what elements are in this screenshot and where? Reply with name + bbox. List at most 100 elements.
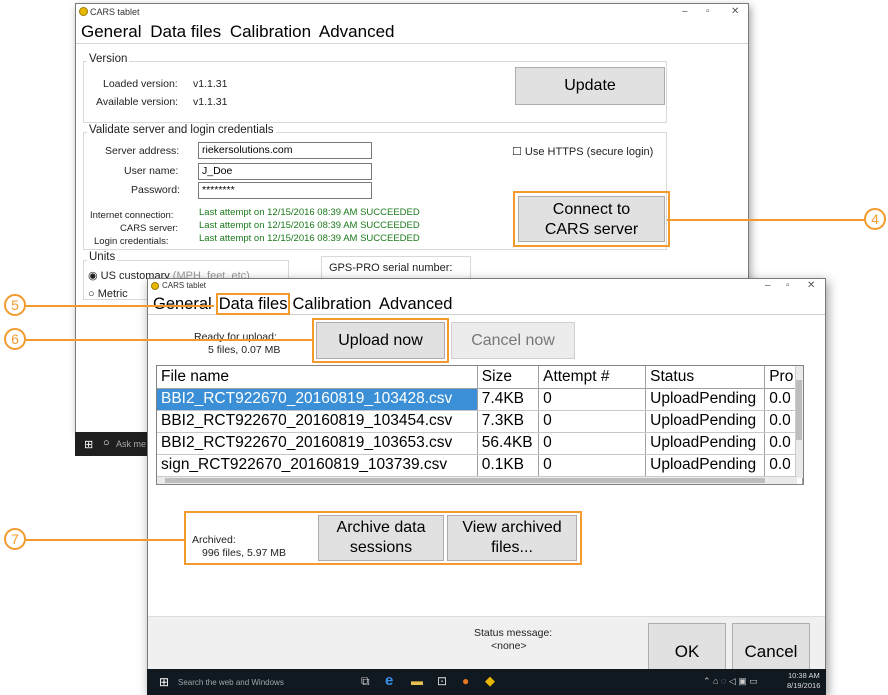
login-credentials-label: Login credentials: <box>94 236 169 247</box>
metric-radio[interactable]: ○ Metric <box>88 288 128 300</box>
cars-server-status: Last attempt on 12/15/2016 08:39 AM SUCC… <box>199 220 420 231</box>
internet-status: Last attempt on 12/15/2016 08:39 AM SUCC… <box>199 207 420 218</box>
cell-status: UploadPending <box>645 432 766 455</box>
version-group-title: Version <box>87 53 130 65</box>
column-file-name[interactable]: File name <box>157 366 478 389</box>
cell-attempt: 0 <box>538 388 647 411</box>
maximize-icon[interactable]: ▫ <box>786 279 790 293</box>
maximize-icon[interactable]: ▫ <box>706 4 710 20</box>
vertical-scroll-thumb[interactable] <box>796 380 802 440</box>
tab-calibration[interactable]: Calibration <box>230 22 311 41</box>
cancel-button[interactable]: Cancel <box>732 623 810 671</box>
taskbar-search[interactable]: Search the web and Windows <box>178 678 284 687</box>
close-icon[interactable]: ✕ <box>807 279 815 293</box>
callout-6-line <box>26 339 314 341</box>
store-icon[interactable]: ⊡ <box>437 674 447 688</box>
cell-attempt: 0 <box>538 432 647 455</box>
user-name-label: User name: <box>124 165 179 177</box>
back-titlebar: CARS tablet – ▫ ✕ <box>76 4 748 20</box>
front-taskbar: ⊞ Search the web and Windows ⧉ e ▬ ⊡ ● ◆… <box>147 669 826 695</box>
validate-group-title: Validate server and login credentials <box>87 124 276 136</box>
table-header-row: File name Size Attempt # Status Pro <box>157 366 803 389</box>
task-view-icon[interactable]: ⧉ <box>361 674 370 689</box>
cell-size: 0.1KB <box>477 454 540 477</box>
tab-data-files[interactable]: Data files <box>215 293 291 315</box>
loaded-version-label: Loaded version: <box>103 78 178 90</box>
tab-general[interactable]: General <box>153 295 212 313</box>
tab-general[interactable]: General <box>81 22 141 41</box>
cell-file-name: BBI2_RCT922670_20160819_103653.csv <box>157 432 478 455</box>
back-taskbar: ⊞ ○ Ask me <box>75 432 155 456</box>
table-row[interactable]: BBI2_RCT922670_20160819_103454.csv 7.3KB… <box>157 410 803 433</box>
update-button[interactable]: Update <box>515 67 665 105</box>
password-field[interactable]: ******** <box>198 182 372 199</box>
table-row[interactable]: sign_RCT922670_20160819_103739.csv 0.1KB… <box>157 454 803 477</box>
connect-button-line-1: Connect to <box>552 201 631 218</box>
front-titlebar: CARS tablet – ▫ ✕ <box>148 279 825 293</box>
callout-6: 6 <box>4 328 26 350</box>
clock-time[interactable]: 10:38 AM <box>788 671 820 680</box>
system-tray-icons[interactable]: ⌃ ⌂ ◌ ◁ ▣ ▭ <box>703 676 758 687</box>
cancel-upload-button[interactable]: Cancel now <box>451 322 575 359</box>
table-row[interactable]: BBI2_RCT922670_20160819_103653.csv 56.4K… <box>157 432 803 455</box>
close-icon[interactable]: ✕ <box>731 4 739 20</box>
cortana-icon[interactable]: ○ <box>103 437 110 449</box>
column-size[interactable]: Size <box>477 366 540 389</box>
login-status: Last attempt on 12/15/2016 08:39 AM SUCC… <box>199 233 420 244</box>
minimize-icon[interactable]: – <box>682 4 688 20</box>
https-checkbox[interactable]: ☐ Use HTTPS (secure login) <box>512 145 653 158</box>
back-taskbar-search[interactable]: Ask me <box>116 439 146 449</box>
windows-start-icon[interactable]: ⊞ <box>84 438 93 451</box>
cell-status: UploadPending <box>645 388 766 411</box>
windows-start-icon[interactable]: ⊞ <box>159 675 169 689</box>
cars-app-icon <box>79 7 88 16</box>
file-explorer-icon[interactable]: ▬ <box>411 674 423 688</box>
table-horizontal-scrollbar[interactable] <box>157 476 797 484</box>
available-version-value: v1.1.31 <box>193 96 228 108</box>
callout-7-line <box>26 539 184 541</box>
front-window-title: CARS tablet <box>162 281 207 290</box>
tab-advanced[interactable]: Advanced <box>379 295 452 313</box>
minimize-icon[interactable]: – <box>765 279 771 293</box>
ok-button[interactable]: OK <box>648 623 726 671</box>
firefox-icon[interactable]: ● <box>462 674 469 688</box>
clock-date[interactable]: 8/19/2016 <box>787 681 820 690</box>
units-group-title: Units <box>87 251 118 263</box>
archive-highlight-box <box>184 511 582 565</box>
connect-button-line-2: CARS server <box>544 221 639 238</box>
column-attempt[interactable]: Attempt # <box>538 366 647 389</box>
cell-size: 7.3KB <box>477 410 540 433</box>
user-name-field[interactable]: J_Doe <box>198 163 372 180</box>
tab-data-files[interactable]: Data files <box>150 22 221 41</box>
status-message-label: Status message: <box>474 627 553 639</box>
cell-attempt: 0 <box>538 410 647 433</box>
tab-advanced[interactable]: Advanced <box>319 22 395 41</box>
server-address-field[interactable]: riekersolutions.com <box>198 142 372 159</box>
cars-app-icon <box>151 282 159 290</box>
tab-calibration[interactable]: Calibration <box>292 295 371 313</box>
upload-now-button[interactable]: Upload now <box>312 318 449 363</box>
cell-size: 56.4KB <box>477 432 540 455</box>
callout-5: 5 <box>4 294 26 316</box>
cell-file-name: BBI2_RCT922670_20160819_103454.csv <box>157 410 478 433</box>
file-table: File name Size Attempt # Status Pro BBI2… <box>156 365 804 485</box>
gps-serial-label: GPS-PRO serial number: <box>329 262 453 274</box>
connect-cars-server-button[interactable]: Connect to CARS server <box>513 191 670 247</box>
horizontal-scroll-thumb[interactable] <box>165 478 765 483</box>
column-status[interactable]: Status <box>645 366 766 389</box>
ready-for-upload-label: Ready for upload: <box>194 331 277 343</box>
cars-taskbar-icon[interactable]: ◆ <box>485 673 495 689</box>
loaded-version-value: v1.1.31 <box>193 78 228 90</box>
table-row[interactable]: BBI2_RCT922670_20160819_103428.csv 7.4KB… <box>157 388 803 411</box>
internet-connection-label: Internet connection: <box>90 210 174 221</box>
password-label: Password: <box>131 184 181 196</box>
cars-server-label: CARS server: <box>120 223 179 234</box>
https-label: Use HTTPS (secure login) <box>524 146 654 158</box>
table-vertical-scrollbar[interactable] <box>795 366 803 478</box>
edge-browser-icon[interactable]: e <box>385 672 393 689</box>
metric-label: Metric <box>97 288 128 300</box>
cell-attempt: 0 <box>538 454 647 477</box>
cell-status: UploadPending <box>645 454 766 477</box>
back-tab-row: General Data files Calibration Advanced <box>76 20 748 44</box>
front-tab-row: General Data files Calibration Advanced <box>148 293 825 315</box>
